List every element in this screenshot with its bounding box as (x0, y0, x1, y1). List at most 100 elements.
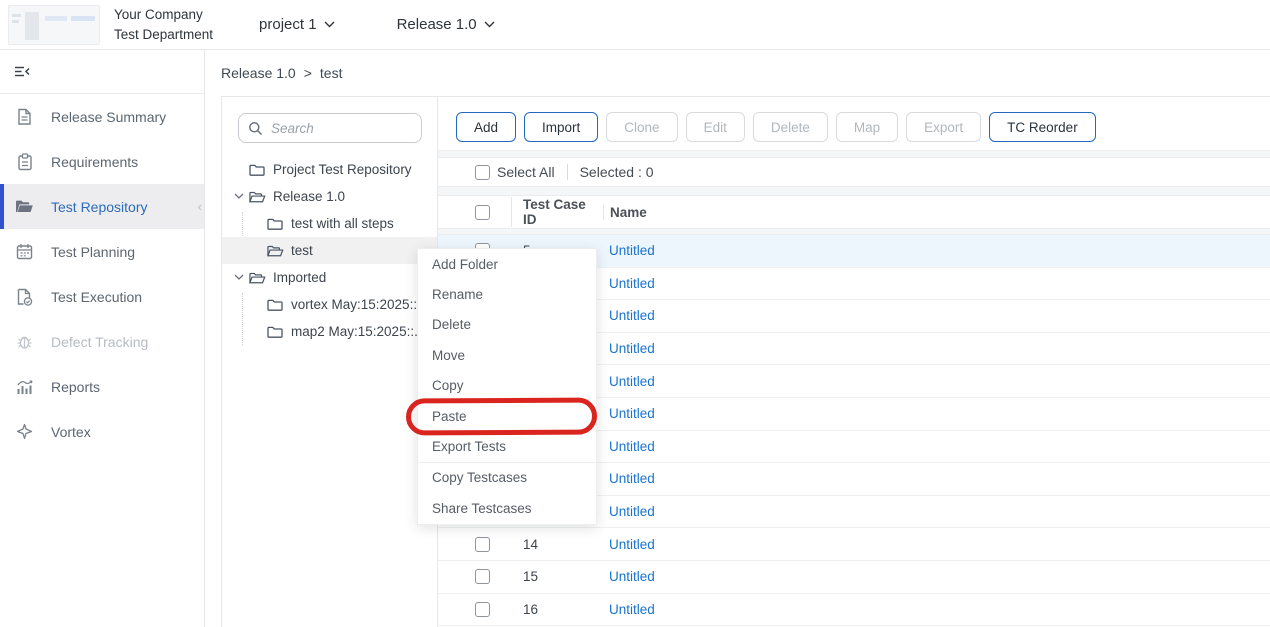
testcase-name-link[interactable]: Untitled (609, 276, 655, 291)
folder-closed-icon (267, 216, 284, 231)
sidebar-item-requirements[interactable]: Requirements (0, 139, 204, 184)
tree-node-test-with-all-steps[interactable]: test with all steps (222, 210, 437, 237)
row-checkbox[interactable] (475, 537, 490, 552)
sidebar-item-label: Test Repository (51, 199, 147, 215)
folder-closed-icon (267, 324, 284, 339)
tree-node-project-test-repository[interactable]: Project Test Repository (222, 156, 437, 183)
bug-icon (15, 332, 34, 351)
menu-item-add-folder[interactable]: Add Folder (418, 249, 596, 279)
breadcrumb-separator: > (304, 65, 312, 81)
testcase-id: 14 (523, 537, 609, 552)
breadcrumb-folder[interactable]: test (320, 65, 343, 81)
breadcrumb-release[interactable]: Release 1.0 (221, 65, 296, 81)
select-all-checkbox[interactable] (475, 165, 490, 180)
vertical-divider (567, 164, 568, 180)
tc-reorder-button[interactable]: TC Reorder (989, 112, 1096, 142)
tree-node-release-1-0[interactable]: Release 1.0 (222, 183, 437, 210)
tree-node-imported[interactable]: Imported (222, 264, 437, 291)
testcase-name-link[interactable]: Untitled (609, 406, 655, 421)
testcase-name-link[interactable]: Untitled (609, 243, 655, 258)
document-check-icon (15, 287, 34, 306)
testcase-name-link[interactable]: Untitled (609, 602, 655, 617)
testcase-name-link[interactable]: Untitled (609, 439, 655, 454)
folder-tree: Project Test Repository Release 1.0 test… (222, 156, 437, 345)
map-button[interactable]: Map (836, 112, 898, 142)
tree-node-test[interactable]: test (222, 237, 437, 264)
chevron-down-icon[interactable] (232, 190, 245, 203)
edit-button[interactable]: Edit (686, 112, 745, 142)
folder-open-icon (15, 197, 34, 216)
sidebar-item-label: Defect Tracking (51, 334, 148, 350)
release-selector[interactable]: Release 1.0 (397, 16, 495, 33)
chevron-placeholder (232, 163, 245, 176)
tree-node-vortex-import[interactable]: vortex May:15:2025::... (222, 291, 437, 318)
divider-band (438, 186, 1270, 196)
row-checkbox[interactable] (475, 602, 490, 617)
table-row[interactable]: 15 Untitled (438, 561, 1270, 594)
sidebar-item-test-planning[interactable]: Test Planning (0, 229, 204, 274)
menu-item-move[interactable]: Move (418, 340, 596, 370)
add-button[interactable]: Add (456, 112, 516, 142)
project-selector[interactable]: project 1 (259, 16, 335, 33)
tree-search-box[interactable] (238, 113, 422, 143)
sidebar: Release Summary Requirements Test Reposi… (0, 50, 205, 627)
menu-item-copy[interactable]: Copy (418, 371, 596, 401)
app-window: Your Company Test Department project 1 R… (0, 0, 1270, 627)
testcase-toolbar: Add Import Clone Edit Delete Map Export … (456, 112, 1096, 142)
sidebar-item-label: Test Planning (51, 244, 135, 260)
delete-button[interactable]: Delete (753, 112, 828, 142)
column-header-name: Name (603, 205, 647, 220)
tree-node-map2-import[interactable]: map2 May:15:2025::... (222, 318, 437, 345)
folder-open-icon (249, 270, 266, 285)
header-checkbox[interactable] (475, 205, 490, 220)
sidebar-item-test-execution[interactable]: Test Execution (0, 274, 204, 319)
department-name: Test Department (114, 25, 213, 45)
tree-node-label: Release 1.0 (273, 189, 345, 204)
menu-item-export-tests[interactable]: Export Tests (418, 431, 596, 461)
folder-context-menu: Add Folder Rename Delete Move Copy Paste… (417, 248, 597, 525)
folder-open-icon (267, 243, 284, 258)
sidebar-item-defect-tracking[interactable]: Defect Tracking (0, 319, 204, 364)
export-button[interactable]: Export (906, 112, 981, 142)
testcase-name-link[interactable]: Untitled (609, 504, 655, 519)
divider-band (438, 150, 1270, 158)
company-info: Your Company Test Department (114, 5, 213, 45)
menu-item-rename[interactable]: Rename (418, 279, 596, 309)
menu-item-delete[interactable]: Delete (418, 310, 596, 340)
testcase-name-link[interactable]: Untitled (609, 471, 655, 486)
sidebar-item-label: Test Execution (51, 289, 142, 305)
column-header-testcase-id: Test Case ID (511, 197, 603, 227)
sidebar-item-label: Reports (51, 379, 100, 395)
selected-count: Selected : 0 (580, 164, 654, 180)
import-button[interactable]: Import (524, 112, 598, 142)
sidebar-item-release-summary[interactable]: Release Summary (0, 94, 204, 139)
search-input[interactable] (271, 121, 391, 136)
table-header: Test Case ID Name (438, 196, 1270, 228)
chart-icon (15, 377, 34, 396)
tree-node-label: Project Test Repository (273, 162, 412, 177)
sidebar-item-label: Release Summary (51, 109, 166, 125)
testcase-name-link[interactable]: Untitled (609, 374, 655, 389)
testcase-name-link[interactable]: Untitled (609, 537, 655, 552)
row-checkbox[interactable] (475, 569, 490, 584)
menu-item-copy-testcases[interactable]: Copy Testcases (418, 463, 596, 493)
main-content: Project Test Repository Release 1.0 test… (221, 96, 1270, 627)
table-row[interactable]: 16 Untitled (438, 594, 1270, 627)
sidebar-item-vortex[interactable]: Vortex (0, 409, 204, 454)
sidebar-item-label: Vortex (51, 424, 91, 440)
menu-item-share-testcases[interactable]: Share Testcases (418, 493, 596, 523)
testcase-name-link[interactable]: Untitled (609, 341, 655, 356)
company-name: Your Company (114, 5, 213, 25)
menu-item-paste[interactable]: Paste (418, 401, 596, 431)
tree-node-label: test with all steps (291, 216, 394, 231)
testcase-name-link[interactable]: Untitled (609, 569, 655, 584)
calendar-icon (15, 242, 34, 261)
sidebar-item-reports[interactable]: Reports (0, 364, 204, 409)
testcase-name-link[interactable]: Untitled (609, 308, 655, 323)
sidebar-item-label: Requirements (51, 154, 138, 170)
clone-button[interactable]: Clone (606, 112, 677, 142)
table-row[interactable]: 14 Untitled (438, 528, 1270, 561)
collapse-sidebar-icon[interactable] (13, 64, 31, 80)
chevron-down-icon[interactable] (232, 271, 245, 284)
sidebar-item-test-repository[interactable]: Test Repository (0, 184, 204, 229)
